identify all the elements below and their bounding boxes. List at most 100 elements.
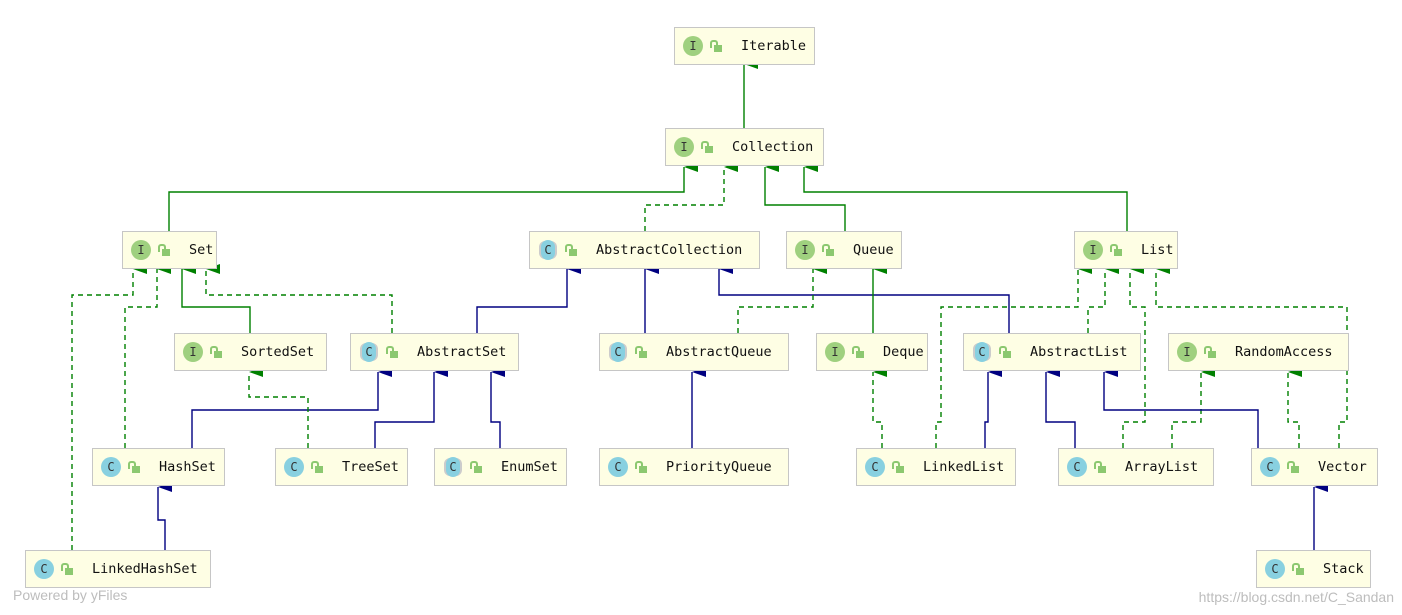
interface-icon: I <box>1177 342 1197 362</box>
edge-AbstractSet-to-AbstractCollection <box>476 264 581 333</box>
edge-Set-to-Collection <box>168 162 698 231</box>
class-icon: C <box>1265 559 1285 579</box>
node-label: Vector <box>1318 459 1367 475</box>
node-label: RandomAccess <box>1235 344 1333 360</box>
edge-AbstractSet-to-Set <box>205 264 393 333</box>
abstract-icon: C <box>611 342 625 362</box>
public-lock-icon <box>634 460 648 474</box>
edge-List-to-Collection <box>803 162 1128 231</box>
node-label: PriorityQueue <box>666 459 772 475</box>
interface-icon: I <box>183 342 203 362</box>
abstract-icon: C <box>975 342 989 362</box>
node-label: AbstractList <box>1030 344 1128 360</box>
class-icon: C <box>101 457 121 477</box>
public-lock-icon <box>209 345 223 359</box>
abstract-icon: C <box>446 457 460 477</box>
edge-SortedSet-to-Set <box>181 264 251 333</box>
node-treeset[interactable]: C TreeSet <box>275 448 408 486</box>
class-icon: C <box>284 457 304 477</box>
node-deque[interactable]: I Deque <box>816 333 928 371</box>
node-label: Collection <box>732 139 814 155</box>
node-arraylist[interactable]: C ArrayList <box>1058 448 1214 486</box>
edge-LinkedHashSet-to-HashSet <box>157 482 172 550</box>
edge-TreeSet-to-AbstractSet <box>374 367 448 448</box>
node-label: Queue <box>853 242 894 258</box>
public-lock-icon <box>709 39 723 53</box>
public-lock-icon <box>564 243 578 257</box>
edge-LinkedList-to-Deque <box>872 367 887 448</box>
node-label: EnumSet <box>501 459 558 475</box>
edge-ArrayList-to-AbstractList <box>1045 367 1076 448</box>
node-abstractset[interactable]: C AbstractSet <box>350 333 519 371</box>
public-lock-icon <box>1093 460 1107 474</box>
node-label: Iterable <box>741 38 807 54</box>
node-label: LinkedList <box>923 459 1005 475</box>
node-label: ArrayList <box>1125 459 1199 475</box>
edge-AbstractList-to-AbstractCollection <box>718 264 1010 333</box>
node-priorityqueue[interactable]: C PriorityQueue <box>599 448 789 486</box>
edge-HashSet-to-AbstractSet <box>191 367 392 448</box>
node-iterable[interactable]: I Iterable <box>674 27 815 65</box>
watermark-yfiles: Powered by yFiles <box>13 587 128 603</box>
class-icon: C <box>1067 457 1087 477</box>
node-label: Set <box>189 242 214 258</box>
public-lock-icon <box>821 243 835 257</box>
edge-AbstractQueue-to-Queue <box>737 264 827 333</box>
interface-icon: I <box>795 240 815 260</box>
class-icon: C <box>1260 457 1280 477</box>
public-lock-icon <box>385 345 399 359</box>
abstract-icon: C <box>362 342 376 362</box>
node-list[interactable]: I List <box>1074 231 1178 269</box>
public-lock-icon <box>851 345 865 359</box>
edge-EnumSet-to-AbstractSet <box>490 367 505 448</box>
abstract-icon: C <box>541 240 555 260</box>
node-label: LinkedHashSet <box>92 561 198 577</box>
class-icon: C <box>608 457 628 477</box>
public-lock-icon <box>127 460 141 474</box>
node-label: TreeSet <box>342 459 399 475</box>
node-collection[interactable]: I Collection <box>665 128 824 166</box>
node-vector[interactable]: C Vector <box>1251 448 1378 486</box>
node-linkedhashset[interactable]: C LinkedHashSet <box>25 550 211 588</box>
class-icon: C <box>865 457 885 477</box>
node-hashset[interactable]: C HashSet <box>92 448 225 486</box>
edge-AbstractList-to-List <box>1087 264 1119 333</box>
edge-HashSet-to-Set <box>124 264 171 448</box>
node-label: AbstractCollection <box>596 242 743 258</box>
class-icon: C <box>34 559 54 579</box>
interface-icon: I <box>825 342 845 362</box>
node-randomaccess[interactable]: I RandomAccess <box>1168 333 1349 371</box>
node-sortedset[interactable]: I SortedSet <box>174 333 327 371</box>
edge-Vector-to-AbstractList <box>1103 367 1259 448</box>
node-queue[interactable]: I Queue <box>786 231 902 269</box>
node-label: Deque <box>883 344 924 360</box>
public-lock-icon <box>634 345 648 359</box>
public-lock-icon <box>891 460 905 474</box>
edge-LinkedList-to-AbstractList <box>984 367 1002 448</box>
public-lock-icon <box>1203 345 1217 359</box>
public-lock-icon <box>1286 460 1300 474</box>
node-abstractqueue[interactable]: C AbstractQueue <box>599 333 789 371</box>
interface-icon: I <box>131 240 151 260</box>
public-lock-icon <box>157 243 171 257</box>
node-linkedlist[interactable]: C LinkedList <box>856 448 1016 486</box>
node-label: Stack <box>1323 561 1364 577</box>
node-abstractcollection[interactable]: C AbstractCollection <box>529 231 760 269</box>
node-label: AbstractQueue <box>666 344 772 360</box>
public-lock-icon <box>700 140 714 154</box>
node-abstractlist[interactable]: C AbstractList <box>963 333 1141 371</box>
node-label: List <box>1141 242 1174 258</box>
node-label: SortedSet <box>241 344 315 360</box>
node-label: AbstractSet <box>417 344 507 360</box>
public-lock-icon <box>310 460 324 474</box>
public-lock-icon <box>1109 243 1123 257</box>
public-lock-icon <box>469 460 483 474</box>
interface-icon: I <box>674 137 694 157</box>
node-set[interactable]: I Set <box>122 231 217 269</box>
node-label: HashSet <box>159 459 216 475</box>
interface-icon: I <box>683 36 703 56</box>
node-enumset[interactable]: C EnumSet <box>434 448 567 486</box>
node-stack[interactable]: C Stack <box>1256 550 1371 588</box>
public-lock-icon <box>60 562 74 576</box>
edge-Vector-to-RandomAccess <box>1287 367 1302 448</box>
